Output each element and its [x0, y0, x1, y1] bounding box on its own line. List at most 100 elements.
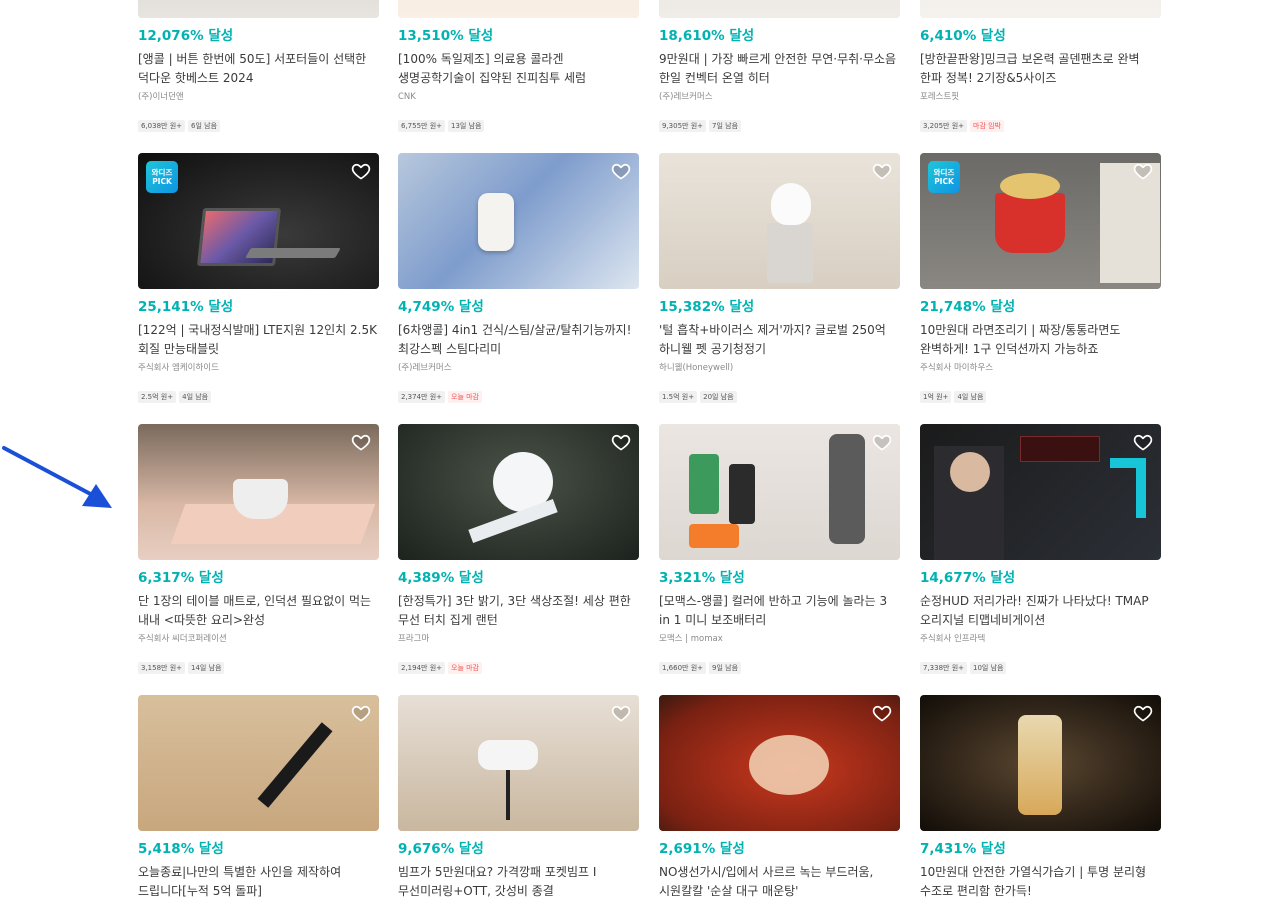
deadline-tag: 14일 남음: [188, 662, 225, 674]
heart-outline-icon[interactable]: [611, 703, 631, 723]
achievement-rate: 4,749% 달성: [398, 299, 484, 315]
project-title[interactable]: 빔프가 5만원대요? 가격깡패 포켓빔프 I 무선미러링+OTT, 갓성비 종결: [398, 863, 639, 901]
heart-outline-icon[interactable]: [872, 161, 892, 181]
pick-badge-line2: PICK: [934, 177, 954, 186]
achievement-rate: 5,418% 달성: [138, 841, 224, 857]
project-title[interactable]: 오늘종료|나만의 특별한 사인을 제작하여 드립니다[누적 5억 돌파]: [138, 863, 379, 901]
product-thumbnail[interactable]: [398, 153, 639, 289]
amount-tag: 1.5억 원+: [659, 391, 698, 403]
project-title[interactable]: 9만원대 | 가장 빠르게 안전한 무연·무취·무소음 한일 컨벡터 온열 히터: [659, 50, 900, 88]
maker-name[interactable]: (주)레브커머스: [659, 91, 900, 103]
product-thumbnail[interactable]: [920, 424, 1161, 560]
heart-outline-icon[interactable]: [872, 432, 892, 452]
project-title[interactable]: [한정특가] 3단 밝기, 3단 색상조절! 세상 편한 무선 터치 집게 랜턴: [398, 592, 639, 630]
funding-card[interactable]: 6,317% 달성 단 1장의 테이블 매트로, 인덕션 필요없이 먹는 내내 <…: [138, 424, 379, 674]
heart-outline-icon[interactable]: [1133, 432, 1153, 452]
maker-name[interactable]: 주식회사 인프라텍: [920, 633, 1161, 645]
maker-name[interactable]: 모맥스 | momax: [659, 633, 900, 645]
project-title[interactable]: [100% 독일제조] 의료용 콜라겐 생명공학기술이 집약된 진피침투 세럼: [398, 50, 639, 88]
tag-list: 6,038만 원+ 6일 남음: [138, 120, 379, 132]
achievement-rate: 13,510% 달성: [398, 28, 494, 44]
product-thumbnail[interactable]: [138, 695, 379, 831]
product-thumbnail[interactable]: [659, 0, 900, 18]
maker-name[interactable]: (주)이너던앤: [138, 91, 379, 103]
tag-list: 7,338만 원+ 10일 남음: [920, 662, 1161, 674]
product-thumbnail[interactable]: [920, 695, 1161, 831]
project-title[interactable]: NO생선가시/입에서 사르르 녹는 부드러움, 시원칼칼 '순살 대구 매운탕': [659, 863, 900, 901]
product-thumbnail[interactable]: [659, 153, 900, 289]
funding-card[interactable]: 15,382% 달성 '털 흡착+바이러스 제거'까지? 글로벌 250억 하니웰…: [659, 153, 900, 403]
deadline-tag: 4일 남음: [179, 391, 212, 403]
product-thumbnail[interactable]: [138, 424, 379, 560]
product-image: [398, 0, 639, 18]
funding-card[interactable]: 14,677% 달성순정HUD 저리가라! 진짜가 나타났다! TMAP 오리지…: [920, 424, 1161, 674]
heart-outline-icon[interactable]: [1133, 703, 1153, 723]
project-title[interactable]: 단 1장의 테이블 매트로, 인덕션 필요없이 먹는 내내 <따뜻한 요리>완성: [138, 592, 379, 630]
product-thumbnail[interactable]: [138, 0, 379, 18]
amount-tag: 3,158만 원+: [138, 662, 186, 674]
deadline-tag: 마감 임박: [970, 120, 1005, 132]
product-thumbnail[interactable]: [398, 424, 639, 560]
amount-tag: 2,374만 원+: [398, 391, 446, 403]
funding-card[interactable]: 3,321% 달성 [모맥스-앵콜] 컬러에 반하고 기능에 놀라는 3 in 1…: [659, 424, 900, 674]
tag-list: 2.5억 원+ 4일 남음: [138, 391, 379, 403]
funding-card[interactable]: 12,076% 달성 [앵콜 | 버튼 한번에 50도] 서포터들이 선택한 덕다…: [138, 0, 379, 132]
funding-card[interactable]: 7,431% 달성 10만원대 안전한 가열식가습기 | 투명 분리형 수조로 편…: [920, 695, 1161, 901]
maker-name[interactable]: CNK: [398, 91, 639, 103]
maker-name[interactable]: 하니웰(Honeywell): [659, 362, 900, 374]
achievement-rate: 9,676% 달성: [398, 841, 484, 857]
funding-card[interactable]: 13,510% 달성 [100% 독일제조] 의료용 콜라겐 생명공학기술이 집약…: [398, 0, 639, 132]
project-title[interactable]: [122억 | 국내정식발매] LTE지원 12인치 2.5K 회질 만능태블릿: [138, 321, 379, 359]
deadline-tag: 9일 남음: [709, 662, 742, 674]
product-thumbnail[interactable]: [659, 695, 900, 831]
heart-outline-icon[interactable]: [611, 432, 631, 452]
product-thumbnail[interactable]: [920, 0, 1161, 18]
pick-badge-line1: 와디즈: [933, 168, 955, 177]
heart-outline-icon[interactable]: [351, 161, 371, 181]
maker-name[interactable]: 프라그마: [398, 633, 639, 645]
heart-outline-icon[interactable]: [611, 161, 631, 181]
achievement-rate: 7,431% 달성: [920, 841, 1006, 857]
project-title[interactable]: '털 흡착+바이러스 제거'까지? 글로벌 250억 하니웰 펫 공기청정기: [659, 321, 900, 359]
product-image: [138, 0, 379, 18]
achievement-rate: 14,677% 달성: [920, 570, 1016, 586]
heart-outline-icon[interactable]: [1133, 161, 1153, 181]
pick-badge-line1: 와디즈: [151, 168, 173, 177]
heart-outline-icon[interactable]: [872, 703, 892, 723]
funding-card[interactable]: 18,610% 달성 9만원대 | 가장 빠르게 안전한 무연·무취·무소음 한일…: [659, 0, 900, 132]
funding-card[interactable]: 4,389% 달성 [한정특가] 3단 밝기, 3단 색상조절! 세상 편한 무선…: [398, 424, 639, 674]
product-image: [398, 424, 639, 560]
deadline-tag: 6일 남음: [188, 120, 221, 132]
project-title[interactable]: 10만원대 안전한 가열식가습기 | 투명 분리형 수조로 편리함 한가득!: [920, 863, 1161, 901]
amount-tag: 1,660만 원+: [659, 662, 707, 674]
product-thumbnail[interactable]: 와디즈 PICK: [920, 153, 1161, 289]
funding-card[interactable]: 와디즈 PICK 21,748% 달성 10만원대 라면조리기 | 짜장/통통라면도 …: [920, 153, 1161, 403]
product-thumbnail[interactable]: [398, 695, 639, 831]
maker-name[interactable]: 주식회사 씨더코퍼레이션: [138, 633, 379, 645]
maker-name[interactable]: (주)레브커머스: [398, 362, 639, 374]
project-title[interactable]: [방한끝판왕]밍크급 보온력 골덴팬츠로 완벽 한파 정복! 2기장&5사이즈: [920, 50, 1161, 88]
product-thumbnail[interactable]: 와디즈 PICK: [138, 153, 379, 289]
project-title[interactable]: [모맥스-앵콜] 컬러에 반하고 기능에 놀라는 3 in 1 미니 보조배터리: [659, 592, 900, 630]
achievement-rate: 21,748% 달성: [920, 299, 1016, 315]
heart-outline-icon[interactable]: [351, 703, 371, 723]
funding-card[interactable]: 4,749% 달성 [6차앵콜] 4in1 건식/스팀/살균/탈취기능까지! 최강…: [398, 153, 639, 403]
maker-name[interactable]: 주식회사 엠케이하이드: [138, 362, 379, 374]
amount-tag: 3,205만 원+: [920, 120, 968, 132]
heart-outline-icon[interactable]: [351, 432, 371, 452]
funding-card[interactable]: 2,691% 달성 NO생선가시/입에서 사르르 녹는 부드러움, 시원칼칼 '순…: [659, 695, 900, 901]
project-title[interactable]: 순정HUD 저리가라! 진짜가 나타났다! TMAP 오리지널 티맵네비게이션: [920, 592, 1161, 630]
funding-card[interactable]: 와디즈 PICK 25,141% 달성 [122억 | 국내정식발매] LTE지원 1…: [138, 153, 379, 403]
project-title[interactable]: 10만원대 라면조리기 | 짜장/통통라면도 완벽하게! 1구 인덕션까지 가능…: [920, 321, 1161, 359]
amount-tag: 9,305만 원+: [659, 120, 707, 132]
project-title[interactable]: [6차앵콜] 4in1 건식/스팀/살균/탈취기능까지! 최강스펙 스팀다리미: [398, 321, 639, 359]
funding-card[interactable]: 5,418% 달성오늘종료|나만의 특별한 사인을 제작하여 드립니다[누적 5…: [138, 695, 379, 901]
tag-list: 2,374만 원+ 오늘 마감: [398, 391, 639, 403]
product-thumbnail[interactable]: [659, 424, 900, 560]
funding-card[interactable]: 9,676% 달성빔프가 5만원대요? 가격깡패 포켓빔프 I 무선미러링+OT…: [398, 695, 639, 901]
funding-card[interactable]: 6,410% 달성 [방한끝판왕]밍크급 보온력 골덴팬츠로 완벽 한파 정복! …: [920, 0, 1161, 132]
maker-name[interactable]: 포레스트핏: [920, 91, 1161, 103]
maker-name[interactable]: 주식회사 마이하우스: [920, 362, 1161, 374]
project-title[interactable]: [앵콜 | 버튼 한번에 50도] 서포터들이 선택한 덕다운 핫베스트 202…: [138, 50, 379, 88]
product-thumbnail[interactable]: [398, 0, 639, 18]
